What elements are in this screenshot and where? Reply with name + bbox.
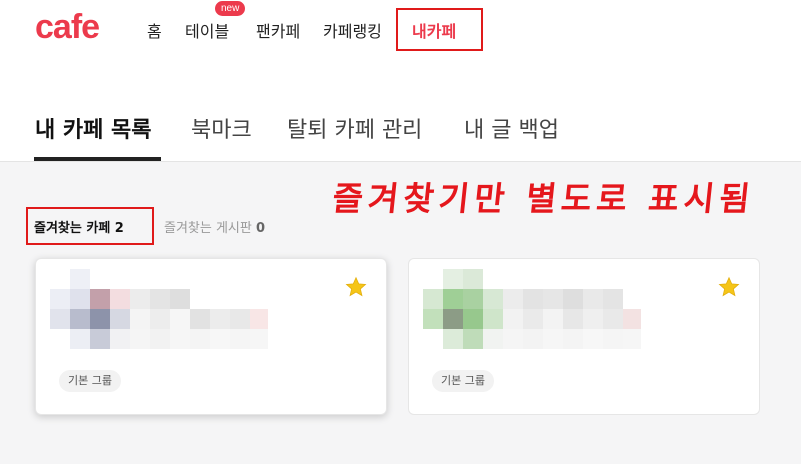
star-icon[interactable]: [718, 276, 740, 298]
subtab-favorite-boards-label: 즐겨찾는 게시판: [164, 221, 252, 236]
blurred-cafe-info: [423, 269, 641, 349]
subtab-favorite-boards-count: 0: [256, 221, 266, 236]
nav-home[interactable]: 홈: [147, 18, 162, 42]
subtab-favorite-boards[interactable]: 즐겨찾는 게시판 0: [164, 217, 265, 236]
annotation-text: 즐겨찾기만 별도로 표시됨: [330, 179, 757, 218]
new-badge: new: [215, 1, 246, 16]
mycafe-tabs: 내 카페 목록 북마크 탈퇴 카페 관리 내 글 백업: [0, 60, 801, 162]
mycafe-highlight-box: [396, 8, 483, 51]
nav-fancafe[interactable]: 팬카페: [256, 18, 300, 42]
nav-table[interactable]: 테이블: [185, 18, 229, 42]
blurred-cafe-info: [50, 269, 268, 349]
group-chip[interactable]: 기본 그룹: [432, 370, 494, 392]
tab-post-backup[interactable]: 내 글 백업: [464, 112, 559, 144]
top-nav: cafe 홈 테이블 new 팬카페 카페랭킹 내카페: [0, 0, 801, 60]
tab-cafe-list[interactable]: 내 카페 목록: [35, 112, 152, 144]
star-icon[interactable]: [345, 276, 367, 298]
subtab-favorite-cafes[interactable]: 즐겨찾는 카페 2: [34, 217, 124, 236]
group-chip[interactable]: 기본 그룹: [59, 370, 121, 392]
cafe-logo[interactable]: cafe: [35, 8, 100, 47]
active-tab-indicator: [34, 157, 161, 161]
cafe-card[interactable]: 기본 그룹: [35, 258, 387, 415]
tab-withdrawn-cafe[interactable]: 탈퇴 카페 관리: [287, 112, 422, 144]
tab-bookmark[interactable]: 북마크: [191, 112, 252, 144]
cafe-card[interactable]: 기본 그룹: [408, 258, 760, 415]
nav-cafe-ranking[interactable]: 카페랭킹: [323, 18, 382, 42]
